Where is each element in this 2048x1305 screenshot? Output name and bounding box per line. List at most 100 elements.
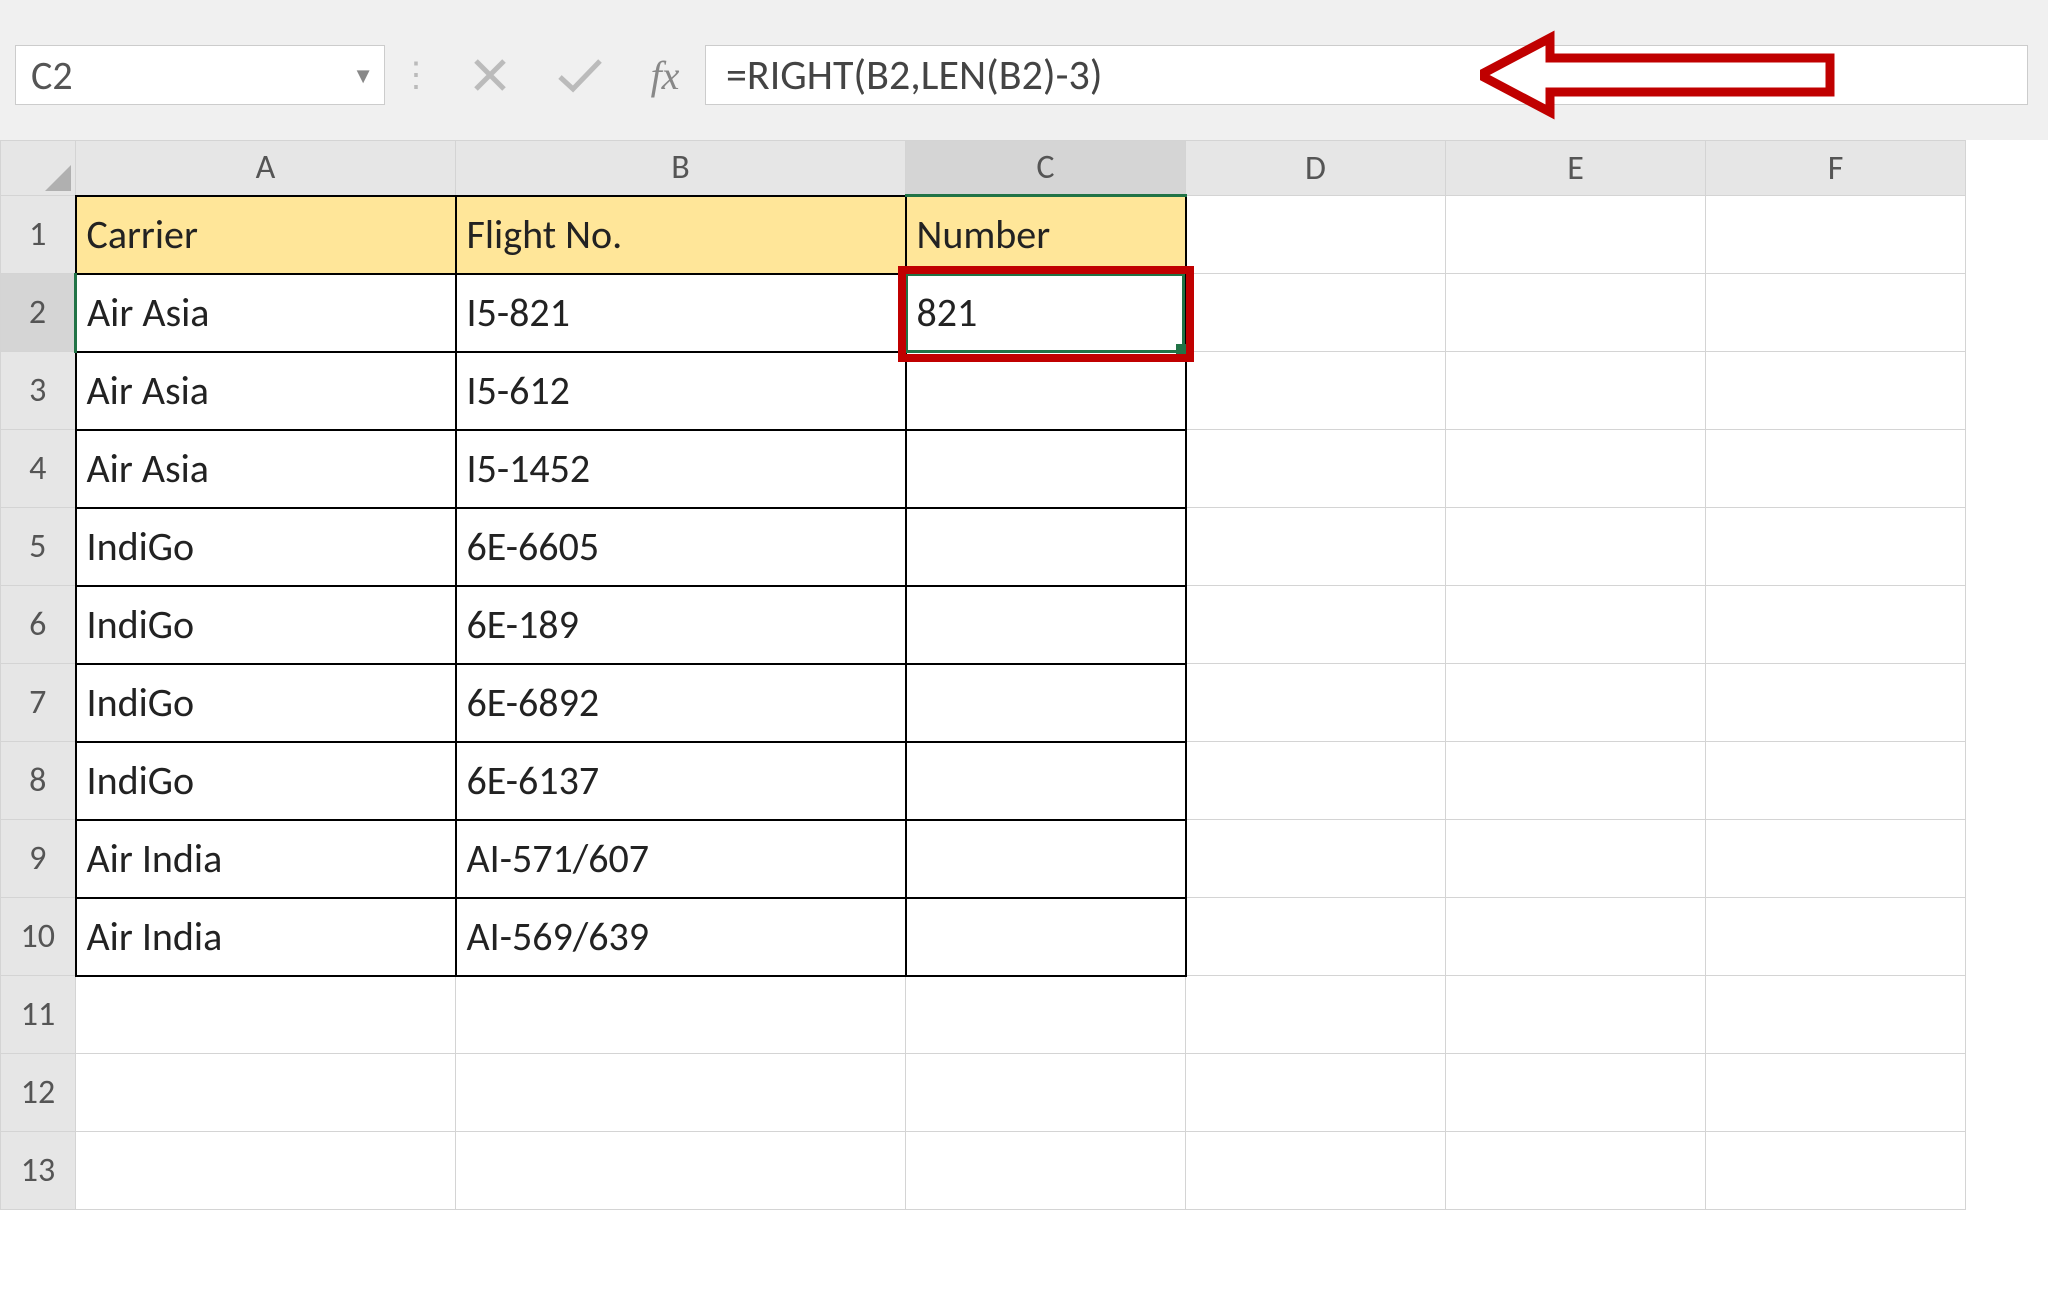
cell-A3[interactable]: Air Asia — [76, 352, 456, 430]
cell-E13[interactable] — [1446, 1132, 1706, 1210]
cell-A4[interactable]: Air Asia — [76, 430, 456, 508]
cell-B13[interactable] — [456, 1132, 906, 1210]
row-header-4[interactable]: 4 — [1, 430, 76, 508]
cell-C8[interactable] — [906, 742, 1186, 820]
cell-D1[interactable] — [1186, 196, 1446, 274]
cell-C9[interactable] — [906, 820, 1186, 898]
cell-D7[interactable] — [1186, 664, 1446, 742]
row-header-8[interactable]: 8 — [1, 742, 76, 820]
column-header-F[interactable]: F — [1706, 141, 1966, 196]
cell-E9[interactable] — [1446, 820, 1706, 898]
cell-B12[interactable] — [456, 1054, 906, 1132]
row-header-10[interactable]: 10 — [1, 898, 76, 976]
name-box[interactable]: C2 ▼ — [15, 45, 385, 105]
cell-D5[interactable] — [1186, 508, 1446, 586]
row-header-11[interactable]: 11 — [1, 976, 76, 1054]
cell-F12[interactable] — [1706, 1054, 1966, 1132]
select-all-corner[interactable] — [1, 141, 76, 196]
cell-D10[interactable] — [1186, 898, 1446, 976]
cell-A11[interactable] — [76, 976, 456, 1054]
cell-A12[interactable] — [76, 1054, 456, 1132]
cell-E2[interactable] — [1446, 274, 1706, 352]
cell-F8[interactable] — [1706, 742, 1966, 820]
cell-F3[interactable] — [1706, 352, 1966, 430]
cell-E3[interactable] — [1446, 352, 1706, 430]
cell-C1[interactable]: Number — [906, 196, 1186, 274]
cell-A5[interactable]: IndiGo — [76, 508, 456, 586]
cell-F9[interactable] — [1706, 820, 1966, 898]
cell-B11[interactable] — [456, 976, 906, 1054]
cell-F11[interactable] — [1706, 976, 1966, 1054]
cell-F5[interactable] — [1706, 508, 1966, 586]
cell-E4[interactable] — [1446, 430, 1706, 508]
cell-B8[interactable]: 6E-6137 — [456, 742, 906, 820]
cell-A1[interactable]: Carrier — [76, 196, 456, 274]
cell-D8[interactable] — [1186, 742, 1446, 820]
cell-A6[interactable]: IndiGo — [76, 586, 456, 664]
cell-C3[interactable] — [906, 352, 1186, 430]
cell-C2[interactable]: 821 — [906, 274, 1186, 352]
cell-A9[interactable]: Air India — [76, 820, 456, 898]
cell-F2[interactable] — [1706, 274, 1966, 352]
cell-F13[interactable] — [1706, 1132, 1966, 1210]
cell-C11[interactable] — [906, 976, 1186, 1054]
row-header-2[interactable]: 2 — [1, 274, 76, 352]
row-header-9[interactable]: 9 — [1, 820, 76, 898]
enter-formula-button[interactable] — [535, 45, 625, 105]
cell-C7[interactable] — [906, 664, 1186, 742]
cell-B7[interactable]: 6E-6892 — [456, 664, 906, 742]
cell-D2[interactable] — [1186, 274, 1446, 352]
cell-B1[interactable]: Flight No. — [456, 196, 906, 274]
cell-B5[interactable]: 6E-6605 — [456, 508, 906, 586]
cell-C13[interactable] — [906, 1132, 1186, 1210]
cell-E5[interactable] — [1446, 508, 1706, 586]
cell-A8[interactable]: IndiGo — [76, 742, 456, 820]
name-box-dropdown-icon[interactable]: ▼ — [352, 62, 374, 89]
column-header-B[interactable]: B — [456, 141, 906, 196]
cell-C4[interactable] — [906, 430, 1186, 508]
column-header-A[interactable]: A — [76, 141, 456, 196]
cell-E6[interactable] — [1446, 586, 1706, 664]
cell-C6[interactable] — [906, 586, 1186, 664]
cell-D6[interactable] — [1186, 586, 1446, 664]
row-header-5[interactable]: 5 — [1, 508, 76, 586]
cell-E8[interactable] — [1446, 742, 1706, 820]
cell-F10[interactable] — [1706, 898, 1966, 976]
cell-D12[interactable] — [1186, 1054, 1446, 1132]
cell-F4[interactable] — [1706, 430, 1966, 508]
cell-E12[interactable] — [1446, 1054, 1706, 1132]
cell-E7[interactable] — [1446, 664, 1706, 742]
cell-E1[interactable] — [1446, 196, 1706, 274]
cell-B6[interactable]: 6E-189 — [456, 586, 906, 664]
row-header-12[interactable]: 12 — [1, 1054, 76, 1132]
cell-A2[interactable]: Air Asia — [76, 274, 456, 352]
cell-E11[interactable] — [1446, 976, 1706, 1054]
row-header-13[interactable]: 13 — [1, 1132, 76, 1210]
cell-C12[interactable] — [906, 1054, 1186, 1132]
cell-E10[interactable] — [1446, 898, 1706, 976]
cell-F1[interactable] — [1706, 196, 1966, 274]
cell-B2[interactable]: I5-821 — [456, 274, 906, 352]
formula-input[interactable]: =RIGHT(B2,LEN(B2)-3) — [705, 45, 2028, 105]
row-header-3[interactable]: 3 — [1, 352, 76, 430]
row-header-6[interactable]: 6 — [1, 586, 76, 664]
cell-F6[interactable] — [1706, 586, 1966, 664]
insert-function-button[interactable]: fx — [625, 52, 705, 99]
cell-D13[interactable] — [1186, 1132, 1446, 1210]
cell-D3[interactable] — [1186, 352, 1446, 430]
column-header-C[interactable]: C — [906, 141, 1186, 196]
cell-C5[interactable] — [906, 508, 1186, 586]
cell-F7[interactable] — [1706, 664, 1966, 742]
row-header-1[interactable]: 1 — [1, 196, 76, 274]
cell-D9[interactable] — [1186, 820, 1446, 898]
cell-A7[interactable]: IndiGo — [76, 664, 456, 742]
row-header-7[interactable]: 7 — [1, 664, 76, 742]
cell-B4[interactable]: I5-1452 — [456, 430, 906, 508]
cell-D4[interactable] — [1186, 430, 1446, 508]
column-header-D[interactable]: D — [1186, 141, 1446, 196]
cell-A13[interactable] — [76, 1132, 456, 1210]
cell-B10[interactable]: AI-569/639 — [456, 898, 906, 976]
cell-B9[interactable]: AI-571/607 — [456, 820, 906, 898]
cell-B3[interactable]: I5-612 — [456, 352, 906, 430]
cell-C10[interactable] — [906, 898, 1186, 976]
